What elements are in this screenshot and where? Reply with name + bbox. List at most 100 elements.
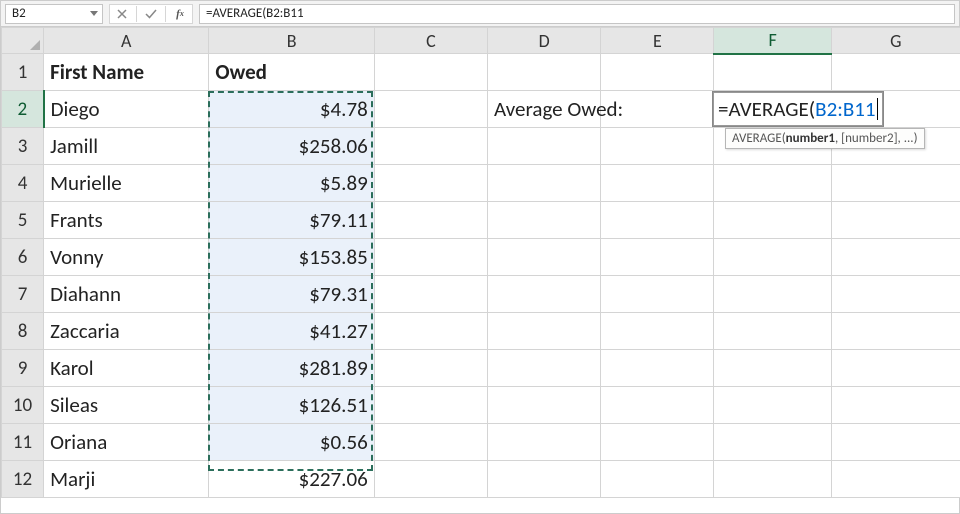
cell-A1[interactable]: First Name bbox=[44, 54, 209, 91]
enter-icon[interactable] bbox=[143, 6, 159, 22]
row-header-12[interactable]: 12 bbox=[2, 461, 44, 498]
cell-E7[interactable] bbox=[601, 276, 714, 313]
cell-E6[interactable] bbox=[601, 239, 714, 276]
cell-C11[interactable] bbox=[374, 424, 487, 461]
cell-F12[interactable] bbox=[714, 461, 831, 498]
row-header-1[interactable]: 1 bbox=[2, 54, 44, 91]
cell-A12[interactable]: Marji bbox=[44, 461, 209, 498]
cell-G10[interactable] bbox=[831, 387, 960, 424]
column-header-F[interactable]: F bbox=[714, 28, 831, 54]
cell-G7[interactable] bbox=[831, 276, 960, 313]
cell-B12[interactable]: $227.06 bbox=[209, 461, 374, 498]
cell-E3[interactable] bbox=[601, 128, 714, 165]
cell-D12[interactable] bbox=[488, 461, 601, 498]
cell-F6[interactable] bbox=[714, 239, 831, 276]
row-header-2[interactable]: 2 bbox=[2, 91, 44, 128]
cell-G12[interactable] bbox=[831, 461, 960, 498]
cell-G9[interactable] bbox=[831, 350, 960, 387]
spreadsheet-grid[interactable]: ABCDEFG 1First NameOwed 2Diego$4.78 Averag… bbox=[1, 27, 959, 498]
cell-E8[interactable] bbox=[601, 313, 714, 350]
cell-B9[interactable]: $281.89 bbox=[209, 350, 374, 387]
cell-C9[interactable] bbox=[374, 350, 487, 387]
cell-B4[interactable]: $5.89 bbox=[209, 165, 374, 202]
cell-A10[interactable]: Sileas bbox=[44, 387, 209, 424]
cell-D7[interactable] bbox=[488, 276, 601, 313]
cell-F4[interactable] bbox=[714, 165, 831, 202]
cell-E1[interactable] bbox=[601, 54, 714, 91]
cell-E4[interactable] bbox=[601, 165, 714, 202]
cell-A9[interactable]: Karol bbox=[44, 350, 209, 387]
cell-F1[interactable] bbox=[714, 54, 831, 91]
cell-B3[interactable]: $258.06 bbox=[209, 128, 374, 165]
row-header-5[interactable]: 5 bbox=[2, 202, 44, 239]
cell-B7[interactable]: $79.31 bbox=[209, 276, 374, 313]
cell-E9[interactable] bbox=[601, 350, 714, 387]
cell-F11[interactable] bbox=[714, 424, 831, 461]
column-header-E[interactable]: E bbox=[601, 28, 714, 54]
cell-A6[interactable]: Vonny bbox=[44, 239, 209, 276]
row-header-11[interactable]: 11 bbox=[2, 424, 44, 461]
cell-C6[interactable] bbox=[374, 239, 487, 276]
cell-D2[interactable]: Average Owed: bbox=[488, 91, 601, 128]
cell-B2[interactable]: $4.78 bbox=[209, 91, 374, 128]
cell-B6[interactable]: $153.85 bbox=[209, 239, 374, 276]
cell-A5[interactable]: Frants bbox=[44, 202, 209, 239]
cancel-icon[interactable] bbox=[114, 6, 130, 22]
row-header-7[interactable]: 7 bbox=[2, 276, 44, 313]
cell-G4[interactable] bbox=[831, 165, 960, 202]
cell-A8[interactable]: Zaccaria bbox=[44, 313, 209, 350]
row-header-10[interactable]: 10 bbox=[2, 387, 44, 424]
column-header-C[interactable]: C bbox=[374, 28, 487, 54]
cell-E5[interactable] bbox=[601, 202, 714, 239]
cell-D8[interactable] bbox=[488, 313, 601, 350]
cell-E11[interactable] bbox=[601, 424, 714, 461]
column-header-D[interactable]: D bbox=[488, 28, 601, 54]
cell-G8[interactable] bbox=[831, 313, 960, 350]
cell-B10[interactable]: $126.51 bbox=[209, 387, 374, 424]
cell-C4[interactable] bbox=[374, 165, 487, 202]
cell-C12[interactable] bbox=[374, 461, 487, 498]
column-header-G[interactable]: G bbox=[831, 28, 960, 54]
cell-D9[interactable] bbox=[488, 350, 601, 387]
cell-C3[interactable] bbox=[374, 128, 487, 165]
column-header-B[interactable]: B bbox=[209, 28, 374, 54]
cell-D5[interactable] bbox=[488, 202, 601, 239]
cell-G11[interactable] bbox=[831, 424, 960, 461]
cell-E12[interactable] bbox=[601, 461, 714, 498]
cell-G6[interactable] bbox=[831, 239, 960, 276]
cell-C2[interactable] bbox=[374, 91, 487, 128]
cell-B11[interactable]: $0.56 bbox=[209, 424, 374, 461]
cell-D6[interactable] bbox=[488, 239, 601, 276]
editing-cell[interactable]: =AVERAGE(B2:B11 bbox=[713, 92, 883, 126]
name-box[interactable]: B2 bbox=[5, 4, 103, 24]
cell-D11[interactable] bbox=[488, 424, 601, 461]
column-header-A[interactable]: A bbox=[44, 28, 209, 54]
cell-A11[interactable]: Oriana bbox=[44, 424, 209, 461]
fx-icon[interactable]: fx bbox=[172, 6, 188, 22]
cell-B5[interactable]: $79.11 bbox=[209, 202, 374, 239]
cell-E10[interactable] bbox=[601, 387, 714, 424]
cell-A2[interactable]: Diego bbox=[44, 91, 209, 128]
cell-D3[interactable] bbox=[488, 128, 601, 165]
cell-C5[interactable] bbox=[374, 202, 487, 239]
row-header-3[interactable]: 3 bbox=[2, 128, 44, 165]
formula-input[interactable]: =AVERAGE(B2:B11 bbox=[199, 4, 955, 24]
cell-F8[interactable] bbox=[714, 313, 831, 350]
cell-B1[interactable]: Owed bbox=[209, 54, 374, 91]
cell-C1[interactable] bbox=[374, 54, 487, 91]
row-header-9[interactable]: 9 bbox=[2, 350, 44, 387]
cell-D4[interactable] bbox=[488, 165, 601, 202]
cell-D10[interactable] bbox=[488, 387, 601, 424]
select-all-corner[interactable] bbox=[2, 28, 44, 54]
cell-G5[interactable] bbox=[831, 202, 960, 239]
cell-G1[interactable] bbox=[831, 54, 960, 91]
cell-A7[interactable]: Diahann bbox=[44, 276, 209, 313]
cell-F5[interactable] bbox=[714, 202, 831, 239]
cell-A4[interactable]: Murielle bbox=[44, 165, 209, 202]
cell-A3[interactable]: Jamill bbox=[44, 128, 209, 165]
cell-C10[interactable] bbox=[374, 387, 487, 424]
row-header-4[interactable]: 4 bbox=[2, 165, 44, 202]
cell-B8[interactable]: $41.27 bbox=[209, 313, 374, 350]
cell-C8[interactable] bbox=[374, 313, 487, 350]
row-header-6[interactable]: 6 bbox=[2, 239, 44, 276]
